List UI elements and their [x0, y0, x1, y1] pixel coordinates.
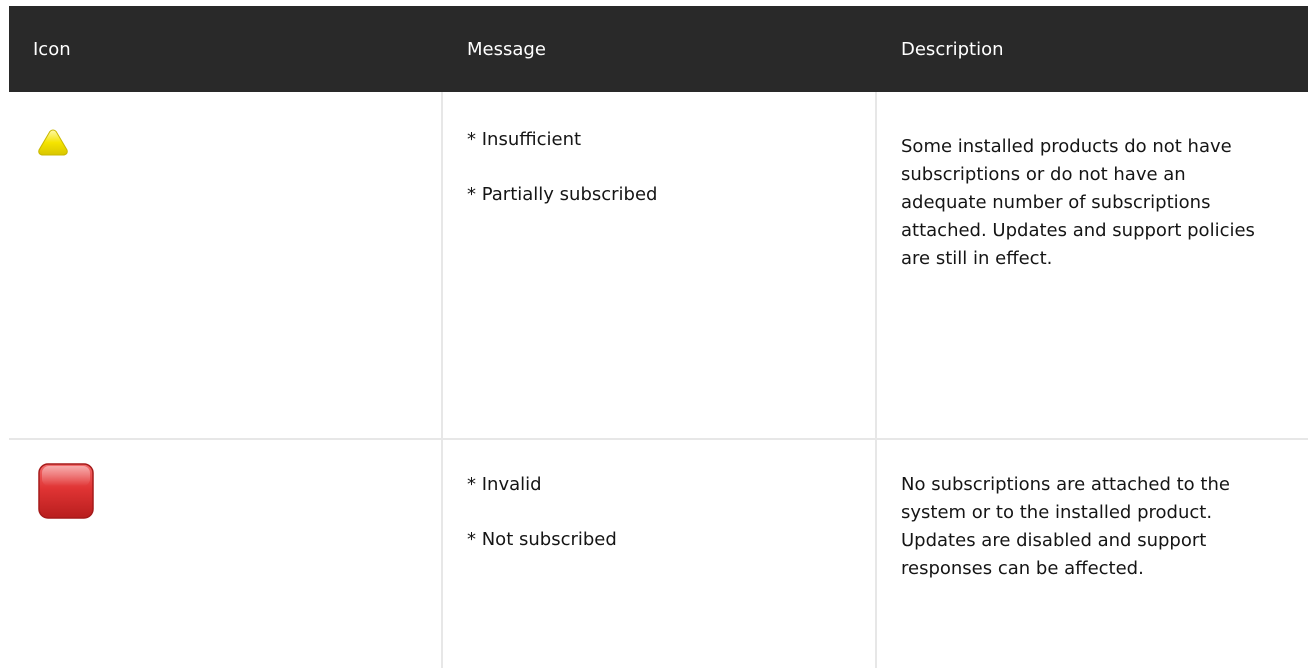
message-partially-subscribed: * Partially subscribed [467, 184, 658, 205]
message-insufficient: * Insufficient [467, 129, 582, 150]
description-text: No subscriptions are attached to the sys… [901, 474, 1230, 579]
message-not-subscribed: * Not subscribed [467, 529, 617, 550]
subscription-status-table: Icon Message Description * Insufficient … [9, 6, 1308, 668]
description-text: Some installed products do not have subs… [901, 136, 1255, 269]
red-invalid-square-icon [38, 463, 94, 519]
icon-cell [9, 92, 443, 438]
header-icon: Icon [33, 38, 71, 60]
message-cell: * Invalid * Not subscribed [443, 440, 877, 668]
yellow-warning-triangle-icon [38, 129, 68, 156]
description-cell: Some installed products do not have subs… [877, 92, 1308, 438]
description-cell: No subscriptions are attached to the sys… [877, 440, 1308, 668]
message-cell: * Insufficient * Partially subscribed [443, 92, 877, 438]
table-row: * Invalid * Not subscribed No subscripti… [9, 440, 1308, 668]
icon-cell [9, 440, 443, 668]
header-description: Description [901, 38, 1004, 60]
header-message: Message [467, 38, 546, 60]
message-invalid: * Invalid [467, 474, 542, 495]
table-header: Icon Message Description [9, 6, 1308, 92]
table-row: * Insufficient * Partially subscribed So… [9, 92, 1308, 440]
